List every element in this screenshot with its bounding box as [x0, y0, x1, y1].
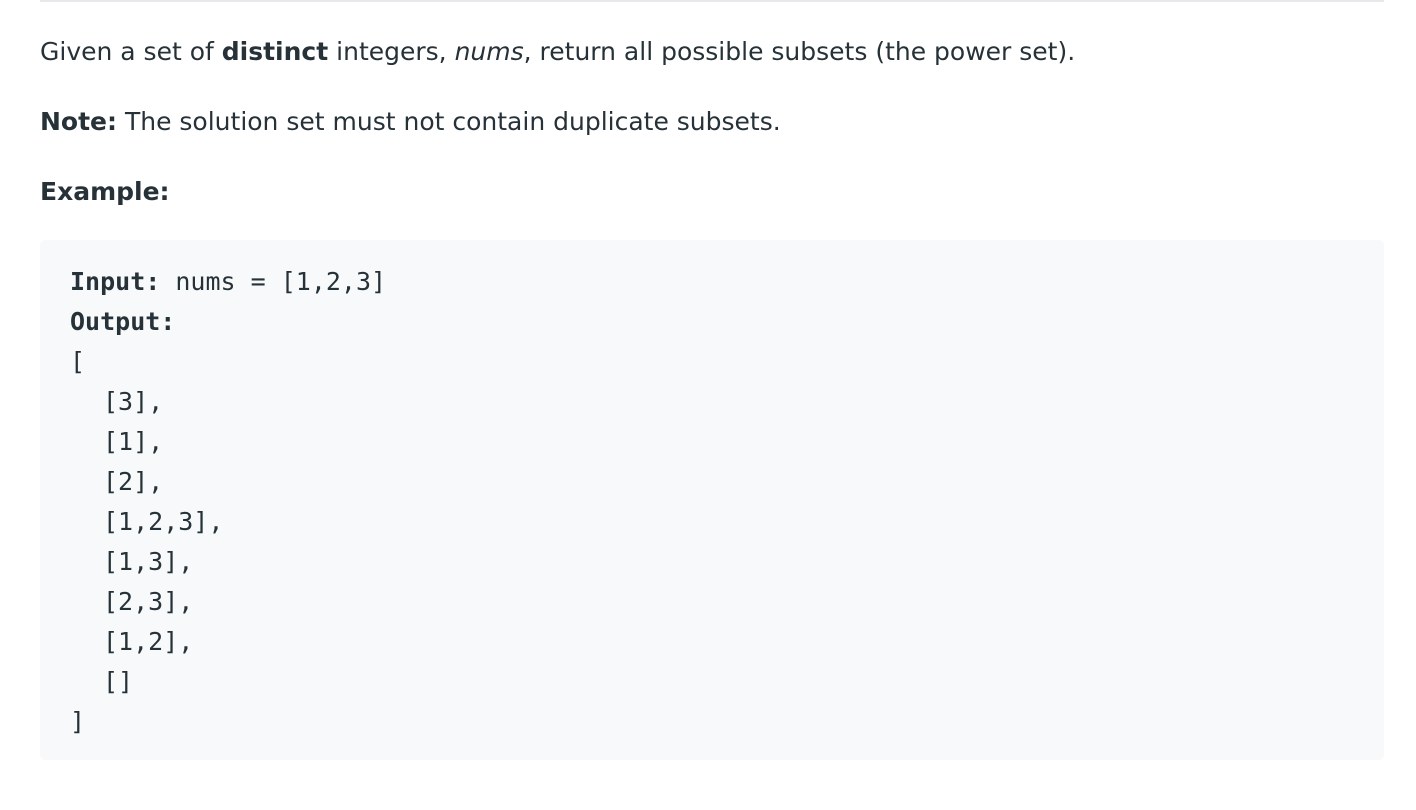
output-item: [1,3],: [103, 547, 194, 576]
open-bracket-line: [: [70, 347, 86, 376]
statement-suffix: , return all possible subsets (the power…: [523, 37, 1076, 66]
input-line: Input: nums = [1,2,3]: [70, 262, 1354, 302]
top-divider: [40, 0, 1384, 2]
statement-middle: integers,: [328, 37, 455, 66]
output-item: [1,2,3],: [103, 507, 224, 536]
note-paragraph: Note: The solution set must not contain …: [40, 105, 781, 139]
close-bracket-line: ]: [70, 707, 86, 736]
example-heading: Example:: [40, 177, 170, 206]
problem-statement: Given a set of distinct integers, nums, …: [40, 35, 1075, 69]
statement-bold: distinct: [221, 37, 329, 66]
output-item: [2,3],: [103, 587, 194, 616]
input-value: nums = [1,2,3]: [160, 267, 387, 296]
output-item: []: [103, 667, 134, 696]
input-label: Input:: [70, 267, 161, 296]
example-code-block: Input: nums = [1,2,3] Output: [ [3], [1]…: [40, 240, 1384, 760]
output-item: [1,2],: [103, 627, 194, 656]
output-label-line: Output:: [70, 302, 1354, 342]
statement-prefix: Given a set of: [40, 37, 222, 66]
note-label: Note:: [40, 107, 118, 136]
output-item: [1],: [103, 427, 164, 456]
output-label: Output:: [70, 307, 176, 336]
output-item: [2],: [103, 467, 164, 496]
statement-italic: nums: [454, 37, 524, 66]
note-text: The solution set must not contain duplic…: [117, 107, 781, 136]
output-item: [3],: [103, 387, 164, 416]
